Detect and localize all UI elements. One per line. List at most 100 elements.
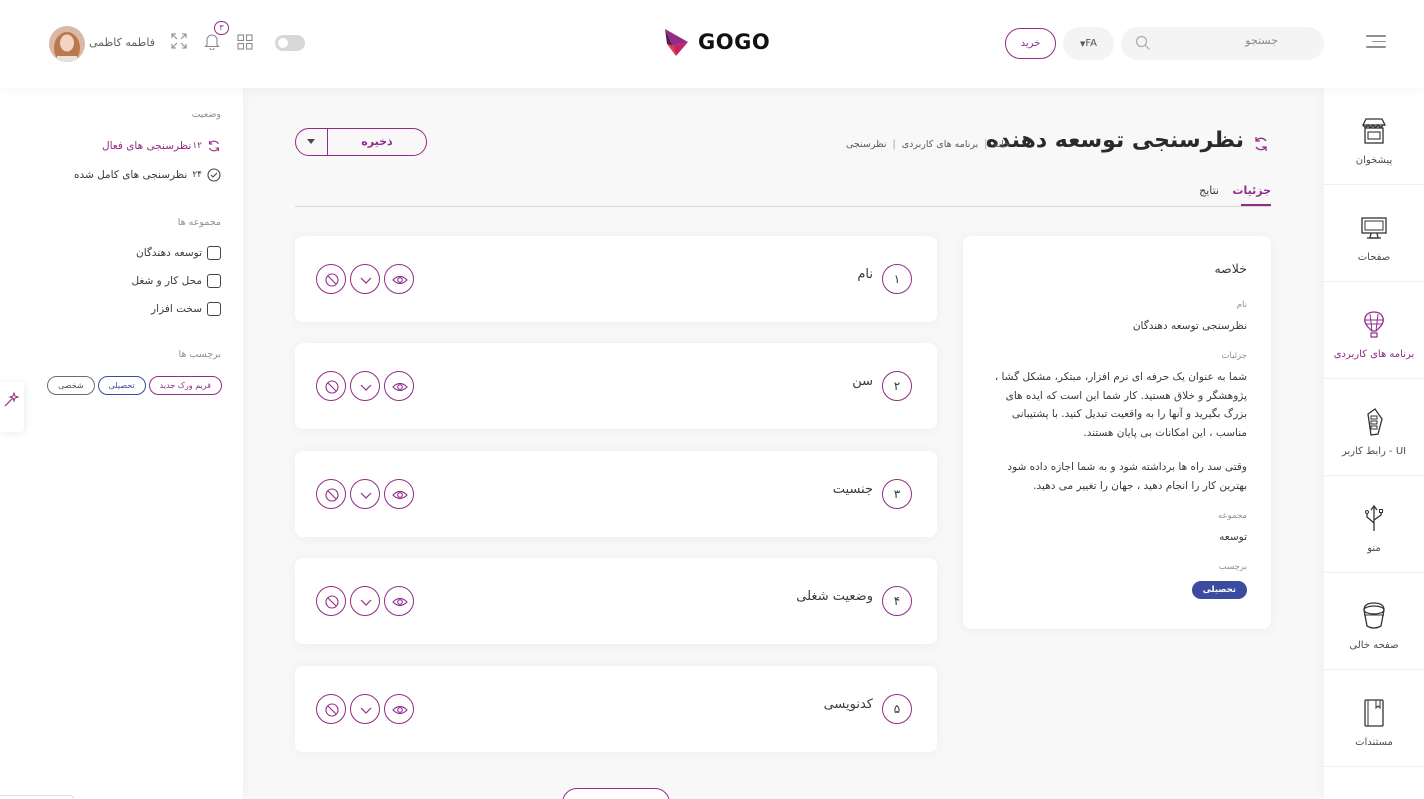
preview-button[interactable] xyxy=(384,479,414,509)
preview-button[interactable] xyxy=(384,694,414,724)
main-sidebar: پیشخوان صفحات برنامه های کاربردی رابط کا… xyxy=(1324,88,1424,799)
breadcrumb-home[interactable]: خانه xyxy=(993,139,1010,150)
search-input[interactable] xyxy=(1148,34,1278,47)
expand-button[interactable] xyxy=(350,264,380,294)
question-card: ۳ جنسیت xyxy=(295,451,937,537)
breadcrumb-current: نظرسنجی xyxy=(845,139,887,150)
save-dropdown-toggle[interactable] xyxy=(296,129,328,155)
sidebar-item-applications[interactable]: برنامه های کاربردی xyxy=(1324,282,1424,379)
buy-button[interactable]: خرید xyxy=(1005,28,1056,59)
tab-details[interactable]: جزئیات xyxy=(1232,184,1271,197)
chevron-down-icon xyxy=(360,707,372,714)
disable-button[interactable] xyxy=(316,264,346,294)
language-dropdown[interactable]: ▼FA xyxy=(1063,27,1114,60)
menu-toggle-icon[interactable] xyxy=(1366,35,1386,51)
disable-button[interactable] xyxy=(316,694,346,724)
question-label: سن xyxy=(852,374,873,389)
summary-tag-badge[interactable]: تحصیلی xyxy=(1191,581,1247,599)
sidebar-item-label: رابط کاربر - UI xyxy=(1341,446,1407,457)
logo[interactable]: GOGO xyxy=(662,26,770,60)
bell-icon[interactable] xyxy=(204,32,220,50)
page-title: نظرسنجی توسعه دهنده xyxy=(985,128,1244,153)
question-label: کدنویسی xyxy=(823,697,873,712)
sidebar-item-ui[interactable]: رابط کاربر - UI xyxy=(1324,379,1424,476)
group-label: توسعه دهندگان xyxy=(136,247,202,259)
tag-personal[interactable]: شخصی xyxy=(47,376,95,395)
sidebar-item-blank[interactable]: صفحه خالی xyxy=(1324,573,1424,670)
expand-button[interactable] xyxy=(350,371,380,401)
preview-button[interactable] xyxy=(384,586,414,616)
tab-results[interactable]: نتایج xyxy=(1199,184,1219,197)
expand-button[interactable] xyxy=(350,479,380,509)
fullscreen-icon[interactable] xyxy=(171,33,187,49)
tag-list: فریم ورک جدید تحصیلی شخصی xyxy=(47,376,222,395)
apps-grid-icon[interactable] xyxy=(237,34,253,50)
breadcrumb-apps[interactable]: برنامه های کاربردی xyxy=(902,139,979,150)
sidebar-item-dashboard[interactable]: پیشخوان xyxy=(1324,88,1424,185)
question-label: نام xyxy=(857,267,873,282)
search-icon[interactable] xyxy=(1135,35,1151,51)
magic-wand-icon xyxy=(4,392,19,407)
expand-button[interactable] xyxy=(350,694,380,724)
sidebar-item-docs[interactable]: مستندات xyxy=(1324,670,1424,767)
group-label: سخت افزار xyxy=(151,303,202,315)
summary-details-paragraph-2: وقتی سد راه ها برداشته شود و به شما اجاز… xyxy=(1007,461,1247,492)
tab-bar: جزئیات نتایج xyxy=(295,181,1271,207)
summary-card: خلاصه نام نظرسنجی توسعه دهندگان جزئیات ش… xyxy=(963,236,1271,629)
top-navbar: ▼FA خرید GOGO ۳ فاطمه کاظمی xyxy=(0,0,1424,88)
filter-panel: وضعیت ۱۲ نظرسنجی های فعال ۲۴ نظرسنجی های… xyxy=(0,88,243,799)
group-filter-developers[interactable]: توسعه دهندگان xyxy=(136,246,221,260)
group-filter-workplace[interactable]: محل کار و شغل xyxy=(131,274,221,288)
sidebar-item-label: مستندات xyxy=(1355,737,1393,748)
expand-button[interactable] xyxy=(350,586,380,616)
status-label: نظرسنجی های کامل شده xyxy=(73,169,188,181)
balloon-icon xyxy=(1364,311,1384,338)
tag-new-framework[interactable]: فریم ورک جدید xyxy=(148,376,222,395)
search-box[interactable] xyxy=(1121,27,1324,60)
notification-badge: ۳ xyxy=(214,21,229,35)
summary-title: خلاصه xyxy=(1214,261,1247,276)
theme-toggle[interactable] xyxy=(275,35,305,51)
checkbox[interactable] xyxy=(207,302,221,316)
save-button-group: ذخیره xyxy=(295,128,427,156)
checkbox[interactable] xyxy=(207,246,221,260)
save-button[interactable]: ذخیره xyxy=(328,129,426,155)
summary-name-value: نظرسنجی توسعه دهندگان xyxy=(1132,320,1247,332)
chevron-down-icon xyxy=(360,599,372,606)
question-card: ۱ نام xyxy=(295,236,937,322)
theme-customizer-button[interactable] xyxy=(0,382,24,432)
disable-button[interactable] xyxy=(316,479,346,509)
question-number: ۱ xyxy=(882,264,912,294)
checkbox[interactable] xyxy=(207,274,221,288)
breadcrumb: خانه|برنامه های کاربردی|نظرسنجی xyxy=(845,139,1010,150)
preview-button[interactable] xyxy=(384,371,414,401)
filter-completed-surveys[interactable]: ۲۴ نظرسنجی های کامل شده xyxy=(74,168,221,182)
status-count: ۱۲ xyxy=(192,141,202,151)
summary-tag-label: برچسب xyxy=(1218,562,1247,572)
preview-button[interactable] xyxy=(384,264,414,294)
summary-details-paragraph-1: شما به عنوان یک حرفه ای نرم افزار، مبتکر… xyxy=(994,371,1247,439)
shop-icon xyxy=(1361,118,1387,144)
filter-active-surveys[interactable]: ۱۲ نظرسنجی های فعال xyxy=(102,139,221,153)
logo-text: GOGO xyxy=(698,30,771,54)
avatar[interactable] xyxy=(49,26,85,62)
groups-heading: مجموعه ها xyxy=(177,217,221,228)
logo-mark-icon xyxy=(665,29,688,56)
language-label: FA xyxy=(1085,38,1098,49)
bucket-icon xyxy=(1363,602,1385,629)
remote-icon xyxy=(1367,408,1383,436)
sidebar-item-menu[interactable]: منو xyxy=(1324,476,1424,573)
group-filter-hardware[interactable]: سخت افزار xyxy=(151,302,221,316)
ban-icon xyxy=(325,703,339,717)
disable-button[interactable] xyxy=(316,586,346,616)
usb-icon xyxy=(1365,504,1383,531)
add-question-button[interactable] xyxy=(562,788,670,799)
eye-icon xyxy=(392,382,408,392)
disable-button[interactable] xyxy=(316,371,346,401)
ban-icon xyxy=(325,380,339,394)
question-card: ۲ سن xyxy=(295,343,937,429)
sidebar-item-pages[interactable]: صفحات xyxy=(1324,185,1424,282)
chevron-down-icon xyxy=(360,384,372,391)
user-name[interactable]: فاطمه کاظمی xyxy=(89,36,155,49)
tag-educational[interactable]: تحصیلی xyxy=(97,376,146,395)
